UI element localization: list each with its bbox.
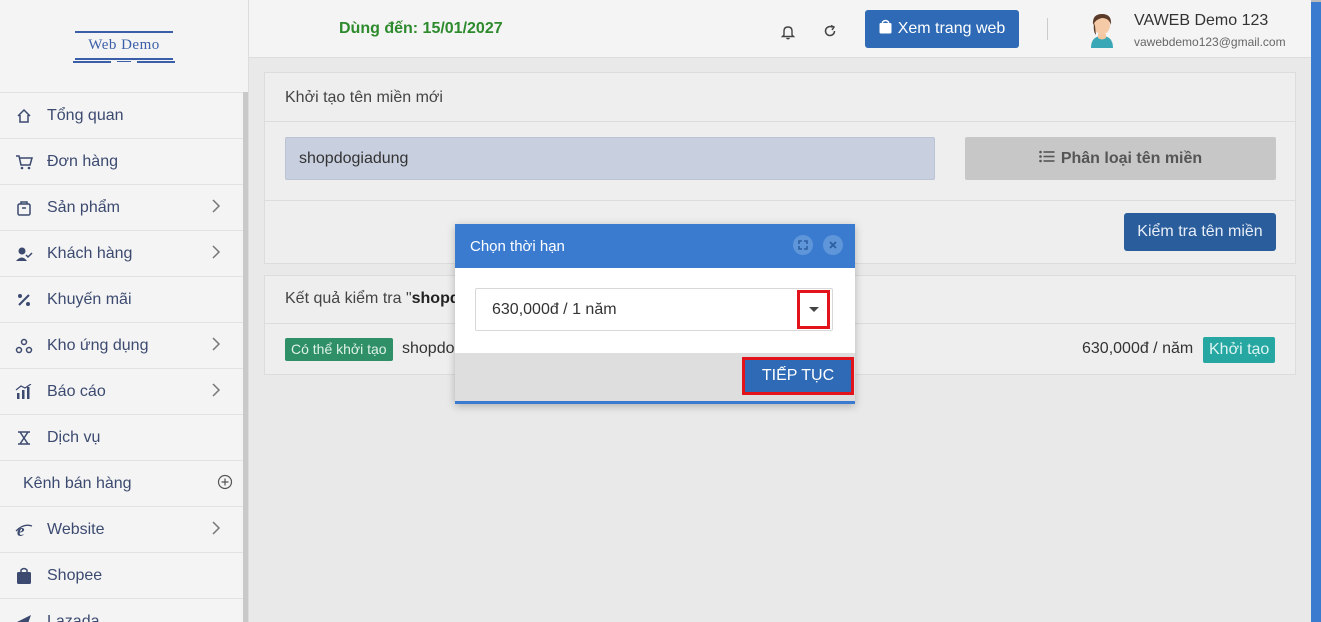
maximize-icon[interactable]: [793, 235, 813, 255]
continue-button[interactable]: TIẾP TỤC: [742, 357, 854, 395]
term-select[interactable]: 630,000đ / 1 năm: [475, 288, 833, 331]
term-modal: Chọn thời hạn 630,000đ / 1 năm TIẾP TỤC: [455, 224, 855, 404]
close-icon[interactable]: [823, 235, 843, 255]
caret-down-icon: [808, 307, 819, 312]
modal-footer: TIẾP TỤC: [455, 353, 855, 401]
modal-header: Chọn thời hạn: [455, 224, 855, 268]
continue-label: TIẾP TỤC: [755, 367, 841, 385]
page-scrollbar[interactable]: [1311, 0, 1321, 622]
modal-title: Chọn thời hạn: [470, 238, 565, 255]
select-dropdown-toggle[interactable]: [797, 290, 830, 329]
modal-body: 630,000đ / 1 năm: [455, 268, 855, 353]
page-scrollbar-track-top: [1311, 0, 1321, 2]
